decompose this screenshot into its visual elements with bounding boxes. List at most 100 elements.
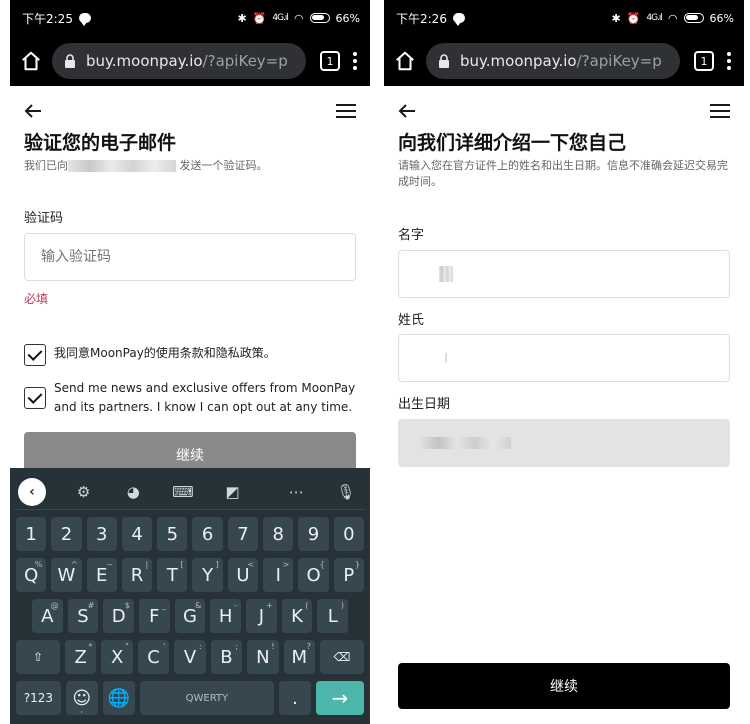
signal-icon: 4G.ıl (646, 13, 663, 23)
wifi-icon: ◠ (293, 11, 304, 25)
more-menu-icon[interactable] (352, 52, 358, 70)
back-arrow-icon[interactable] (398, 103, 416, 119)
letter-row-3: ⇧ Z * X " C ' V: B; N! M? ⌫ (14, 640, 366, 674)
hamburger-menu-icon[interactable] (336, 104, 356, 118)
continue-button[interactable]: 继续 (398, 663, 730, 709)
key-m[interactable]: M? (283, 640, 315, 674)
first-name-input[interactable] (398, 250, 730, 298)
key-j[interactable]: J + (246, 599, 277, 633)
url-host: buy.moonpay.io (460, 52, 577, 70)
chat-icon (452, 13, 465, 26)
key-b[interactable]: B; (210, 640, 243, 674)
more-icon[interactable]: ⋯ (284, 483, 308, 501)
battery-icon (683, 13, 704, 23)
dob-input[interactable] (398, 419, 730, 467)
key-r[interactable]: R | (121, 558, 153, 592)
home-icon[interactable] (392, 48, 418, 74)
key-u[interactable]: U < (227, 558, 259, 592)
key-z[interactable]: Z * (65, 640, 97, 674)
left-screen: 下午2:25 ✱ ⏰ 4G.ıl ◠ 66% buy.moonpay.io/?a… (10, 0, 370, 724)
microphone-icon[interactable]: 🎙 (334, 483, 358, 501)
backspace-key[interactable]: ⌫ (319, 640, 364, 674)
page-subtitle: 请输入您在官方证件上的姓名和出生日期。信息不准确会延迟交易完成时间。 (398, 159, 728, 188)
key-4[interactable]: 4 (121, 517, 153, 551)
key-o[interactable]: O{ (298, 558, 329, 592)
shift-key[interactable]: ⇧ (16, 640, 60, 674)
palette-icon[interactable]: ◕ (121, 483, 145, 501)
tab-switcher-icon[interactable]: 1 (320, 51, 340, 71)
keyboard-toolbar: ‹ ⚙ ◕ ⌨ ◩ ⋯ 🎙 (14, 474, 366, 510)
url-path: /?apiKey=p (576, 52, 662, 70)
keyboard-layout-icon[interactable]: ⌨ (171, 483, 195, 501)
dob-label: 出生日期 (398, 397, 451, 412)
key-w[interactable]: W ^ (51, 558, 82, 592)
key-9[interactable]: 9 (298, 517, 329, 551)
key-3[interactable]: 3 (86, 517, 117, 551)
page-header (24, 100, 356, 122)
globe-icon[interactable]: 🌐 (102, 681, 135, 715)
page-title: 向我们详细介绍一下您自己 (398, 132, 627, 154)
keyboard: ‹ ⚙ ◕ ⌨ ◩ ⋯ 🎙 1234567890 Q% W ^ E ~ R | T[Y] U < I… (10, 468, 370, 724)
key-e[interactable]: E ~ (86, 558, 117, 592)
key-n[interactable]: N! (247, 640, 279, 674)
key-g[interactable]: G & (174, 599, 206, 633)
key-c[interactable]: C ' (137, 640, 170, 674)
key-q[interactable]: Q% (16, 558, 47, 592)
key-8[interactable]: 8 (263, 517, 294, 551)
alarm-icon: ⏰ (252, 11, 267, 25)
key-l[interactable]: L) (317, 599, 349, 633)
page-subtitle: 我们已向 发送一个验证码。 (24, 159, 268, 172)
more-menu-icon[interactable] (726, 52, 732, 70)
key-f[interactable]: F _ (139, 599, 170, 633)
key-y[interactable]: Y] (192, 558, 223, 592)
space-key[interactable]: QWERTY (139, 681, 275, 715)
last-name-input[interactable] (398, 334, 730, 382)
key-t[interactable]: T[ (157, 558, 188, 592)
browser-toolbar: buy.moonpay.io/?apiKey=p 1 (384, 36, 744, 86)
news-text: Send me news and exclusive offers from M… (54, 381, 356, 414)
number-row: 1234567890 (14, 517, 366, 551)
symbols-key[interactable]: ?123 (16, 681, 61, 715)
key-5[interactable]: 5 (157, 517, 188, 551)
required-error: 必填 (24, 292, 49, 306)
resize-icon[interactable]: ◩ (221, 483, 245, 501)
terms-checkbox[interactable] (24, 344, 46, 366)
key-1[interactable]: 1 (16, 517, 47, 551)
settings-icon[interactable]: ⚙ (72, 483, 96, 501)
address-bar[interactable]: buy.moonpay.io/?apiKey=p (52, 43, 306, 79)
key-k[interactable]: K( (281, 599, 313, 633)
period-key[interactable]: . (279, 681, 312, 715)
verification-code-input[interactable] (24, 233, 356, 281)
key-s[interactable]: S # (67, 599, 99, 633)
news-checkbox-row[interactable]: Send me news and exclusive offers from M… (24, 379, 356, 417)
enter-key[interactable]: → (316, 681, 364, 715)
key-i[interactable]: I > (263, 558, 294, 592)
home-icon[interactable] (18, 48, 44, 74)
news-checkbox[interactable] (24, 387, 46, 409)
terms-text: 我同意MoonPay的使用条款和隐私政策。 (54, 346, 276, 360)
emoji-key[interactable]: ☺, (65, 681, 98, 715)
back-arrow-icon[interactable] (24, 103, 42, 119)
key-a[interactable]: A @ (32, 599, 63, 633)
key-d[interactable]: D $ (103, 599, 135, 633)
key-2[interactable]: 2 (51, 517, 82, 551)
tab-switcher-icon[interactable]: 1 (694, 51, 714, 71)
redacted-email (68, 160, 176, 172)
hamburger-menu-icon[interactable] (710, 104, 730, 118)
terms-checkbox-row[interactable]: 我同意MoonPay的使用条款和隐私政策。 (24, 344, 356, 366)
key-x[interactable]: X " (101, 640, 133, 674)
key-h[interactable]: H- (210, 599, 242, 633)
redacted-dob (421, 437, 511, 449)
key-p[interactable]: P} (333, 558, 364, 592)
key-7[interactable]: 7 (227, 517, 259, 551)
key-6[interactable]: 6 (192, 517, 223, 551)
keyboard-collapse-icon[interactable]: ‹ (18, 477, 46, 506)
url-path: /?apiKey=p (202, 52, 288, 70)
key-0[interactable]: 0 (333, 517, 364, 551)
letter-row-1: Q% W ^ E ~ R | T[Y] U < I > O{P} (14, 558, 366, 592)
right-screen: 下午2:26 ✱ ⏰ 4G.ıl ◠ 66% buy.moonpay.io/?a… (384, 0, 744, 724)
address-bar[interactable]: buy.moonpay.io/?apiKey=p (426, 43, 680, 79)
url-host: buy.moonpay.io (86, 52, 203, 70)
battery-icon (309, 13, 330, 23)
key-v[interactable]: V: (174, 640, 206, 674)
